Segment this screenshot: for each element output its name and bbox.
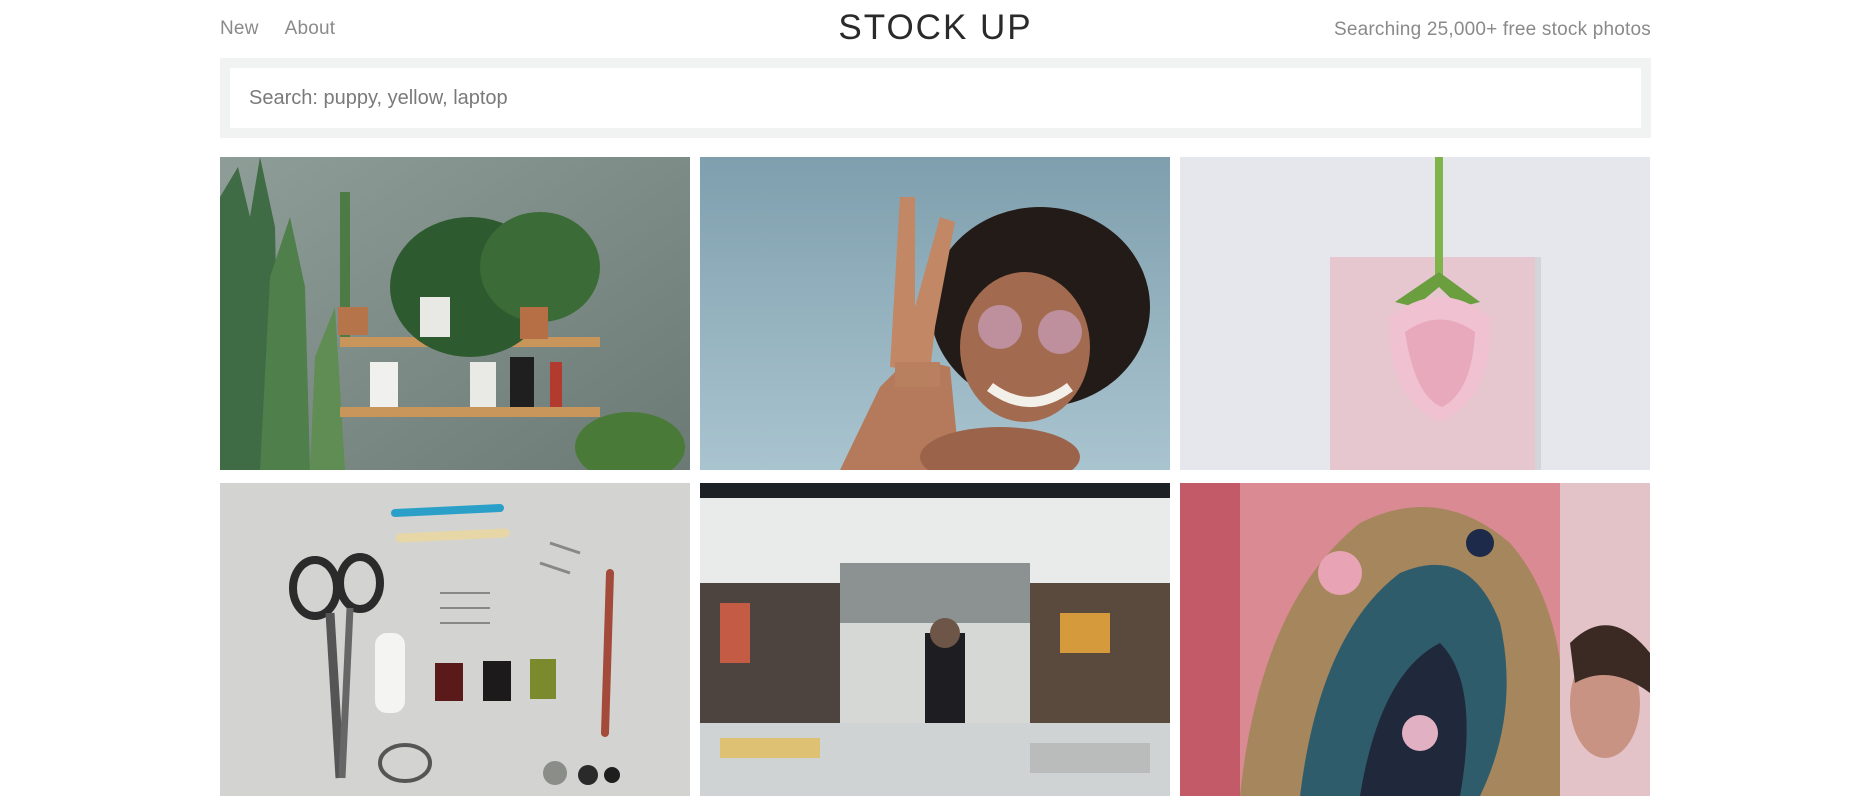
photo-tile-kitchen[interactable]	[700, 483, 1170, 796]
photo-restaurant-kitchen	[700, 483, 1170, 796]
search-input[interactable]	[230, 68, 1641, 128]
photo-sewing-tools	[220, 483, 690, 796]
photo-tile-plants[interactable]	[220, 157, 690, 470]
photo-tile-costume[interactable]	[1180, 483, 1650, 796]
nav-link-new[interactable]: New	[220, 18, 259, 40]
main-nav: New About	[220, 18, 335, 40]
photo-pink-rose	[1180, 157, 1650, 470]
photo-ornate-costume	[1180, 483, 1650, 796]
photo-grid	[220, 157, 1651, 796]
photo-plants-shelf	[220, 157, 690, 470]
header: New About STOCK UP Searching 25,000+ fre…	[220, 0, 1651, 58]
photo-tile-peace-sign[interactable]	[700, 157, 1170, 470]
photo-woman-peace-sign	[700, 157, 1170, 470]
page: New About STOCK UP Searching 25,000+ fre…	[220, 0, 1651, 796]
search-bar	[220, 58, 1651, 138]
site-tagline: Searching 25,000+ free stock photos	[1333, 19, 1651, 40]
photo-tile-rose[interactable]	[1180, 157, 1650, 470]
nav-link-about[interactable]: About	[285, 18, 336, 40]
photo-tile-sewing[interactable]	[220, 483, 690, 796]
